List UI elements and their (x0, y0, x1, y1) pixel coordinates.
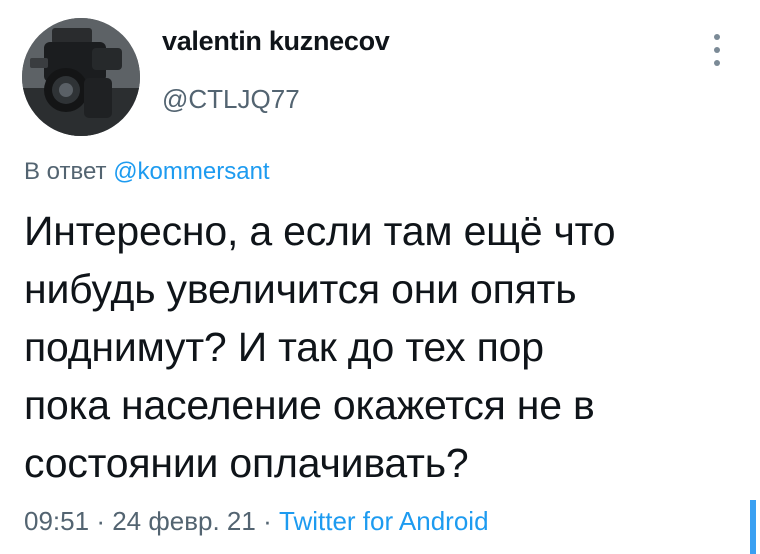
more-dot (714, 60, 720, 66)
meta-separator: · (96, 506, 105, 536)
tweet-text: Интересно, а если там ещё что нибудь уве… (24, 202, 724, 492)
more-dot (714, 47, 720, 53)
user-display-name[interactable]: valentin kuznecov (162, 26, 390, 57)
reply-mention-link[interactable]: @kommersant (113, 158, 269, 185)
tweet-meta: 09:51 · 24 февр. 21 · Twitter for Androi… (24, 506, 489, 537)
more-vertical-icon[interactable] (705, 30, 729, 70)
more-dot (714, 34, 720, 40)
avatar[interactable] (22, 18, 140, 136)
tweet-line: состоянии оплачивать? (24, 440, 469, 486)
tweet-line: пока население окажется не в (24, 382, 595, 428)
reply-prefix: В ответ (24, 158, 107, 185)
user-handle[interactable]: @CTLJQ77 (162, 84, 300, 115)
tweet-time[interactable]: 09:51 (24, 506, 89, 536)
tweet-date[interactable]: 24 февр. 21 (112, 506, 256, 536)
video-camera-icon (22, 18, 140, 136)
meta-separator: · (263, 506, 272, 536)
tweet-line: нибудь увеличится они опять (24, 266, 577, 312)
scroll-indicator[interactable] (750, 500, 756, 554)
tweet-source-link[interactable]: Twitter for Android (279, 506, 489, 536)
reply-context: В ответ @kommersant (24, 158, 270, 186)
tweet-line: Интересно, а если там ещё что (24, 208, 616, 254)
tweet-line: поднимут? И так до тех пор (24, 324, 544, 370)
